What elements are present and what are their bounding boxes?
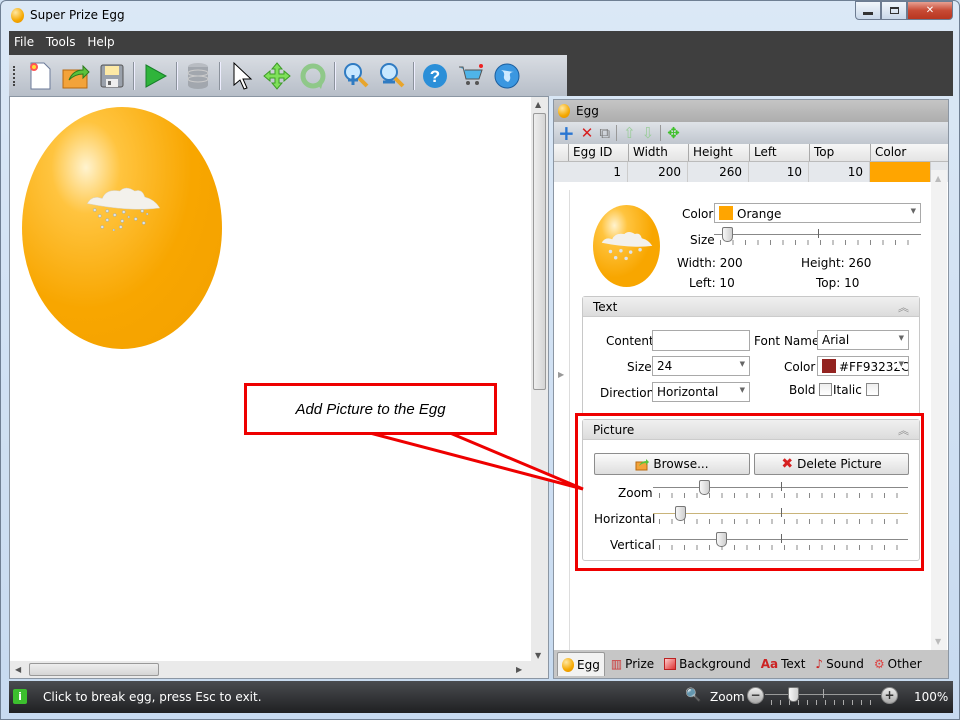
annotation-callout: Add Picture to the Egg xyxy=(244,383,497,435)
callout-pointer xyxy=(369,431,584,491)
callout-text: Add Picture to the Egg xyxy=(295,400,446,418)
